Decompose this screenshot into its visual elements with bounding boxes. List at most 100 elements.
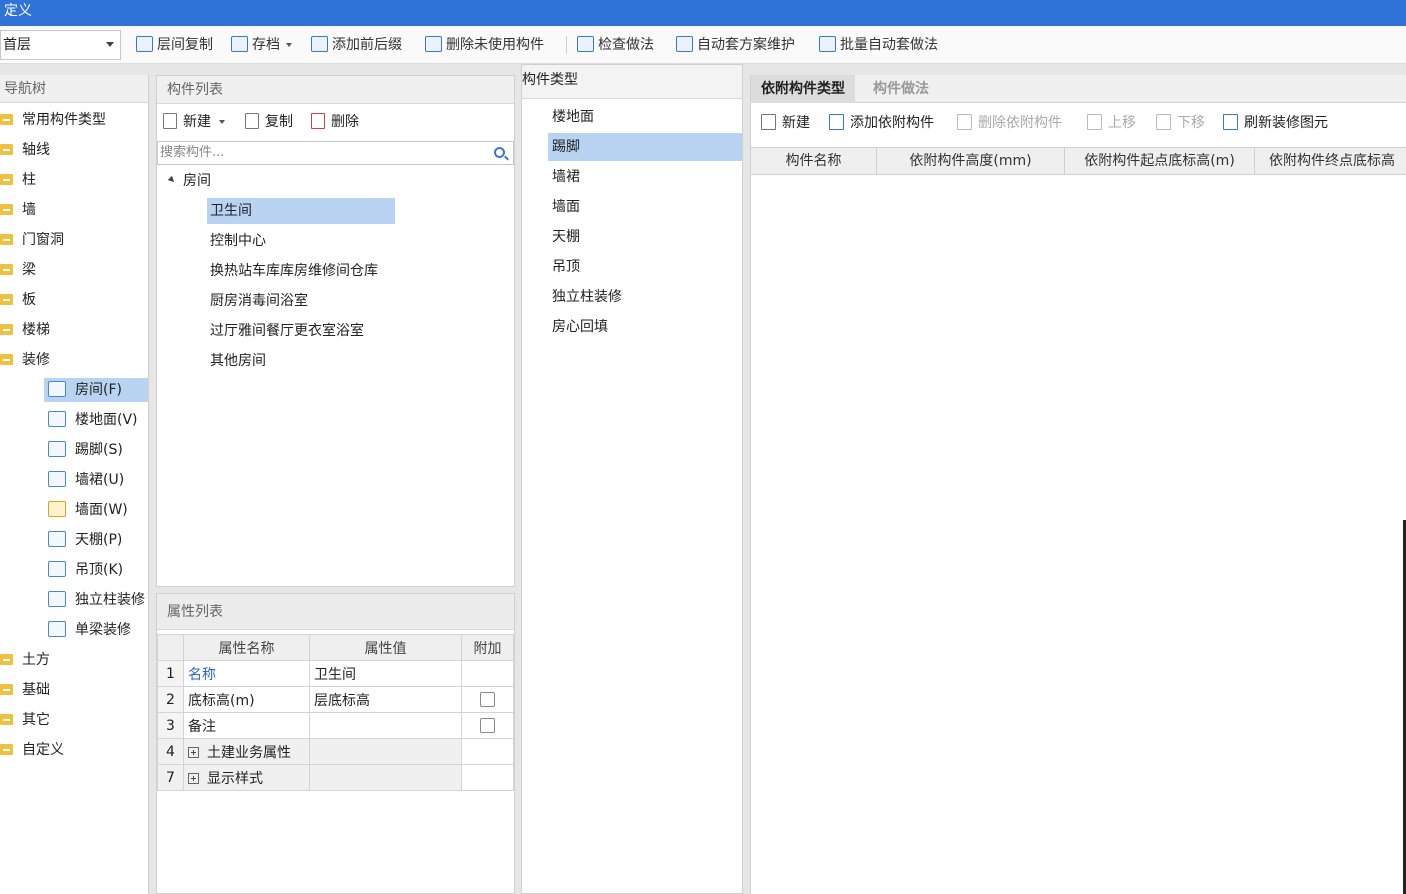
- col-height[interactable]: 依附构件高度(mm): [877, 148, 1065, 174]
- table-row[interactable]: 2 底标高(m) 层底标高: [157, 686, 514, 713]
- type-item[interactable]: 墙裙: [548, 163, 742, 191]
- nav-item-custom[interactable]: 自定义: [0, 738, 64, 762]
- tab-component-method[interactable]: 构件做法: [863, 75, 939, 103]
- delete-attached-button[interactable]: 删除依附构件: [957, 107, 1062, 139]
- copy-component-button[interactable]: 复制: [245, 106, 293, 138]
- folder-icon: [0, 174, 13, 185]
- nav-sub-skirting[interactable]: 踢脚(S): [48, 438, 123, 462]
- type-item[interactable]: 楼地面: [548, 103, 742, 131]
- tree-node-child[interactable]: 厨房消毒间浴室: [210, 288, 308, 314]
- refresh-finish-button[interactable]: 刷新装修图元: [1223, 107, 1328, 139]
- col-start-elevation[interactable]: 依附构件起点底标高(m): [1065, 148, 1255, 174]
- type-item[interactable]: 吊顶: [548, 253, 742, 281]
- nav-sub-ceiling[interactable]: 天棚(P): [48, 528, 122, 552]
- property-name: 显示样式: [183, 764, 310, 791]
- nav-sub-room[interactable]: 房间(F): [44, 378, 148, 402]
- delete-unused-button[interactable]: 删除未使用构件: [425, 34, 544, 56]
- auto-scheme-label: 自动套方案维护: [697, 37, 795, 53]
- tree-node-child[interactable]: 其他房间: [210, 348, 266, 374]
- nav-item-label: 柱: [22, 172, 36, 188]
- property-value[interactable]: 层底标高: [309, 686, 462, 713]
- type-item[interactable]: 独立柱装修: [548, 283, 742, 311]
- nav-item-finish[interactable]: 装修: [0, 348, 50, 372]
- nav-item-foundation[interactable]: 基础: [0, 678, 50, 702]
- check-method-button[interactable]: 检查做法: [577, 34, 654, 56]
- batch-auto-label: 批量自动套做法: [840, 37, 938, 53]
- add-attached-button[interactable]: 添加依附构件: [829, 107, 934, 139]
- nav-item-openings[interactable]: 门窗洞: [0, 228, 64, 252]
- new-attached-button[interactable]: 新建: [761, 107, 810, 139]
- tree-node-label: 控制中心: [210, 233, 266, 249]
- chevron-down-icon: [219, 120, 225, 124]
- tab-attached-type[interactable]: 依附构件类型: [751, 75, 855, 103]
- type-item[interactable]: 墙面: [548, 193, 742, 221]
- move-up-button[interactable]: 上移: [1087, 107, 1136, 139]
- tree-node-child[interactable]: 控制中心: [210, 228, 266, 254]
- expand-plus-icon[interactable]: [188, 746, 199, 758]
- folder-icon: [0, 264, 13, 275]
- copy-floor-button[interactable]: 层间复制: [136, 34, 213, 56]
- expand-plus-icon[interactable]: [188, 772, 199, 784]
- expand-triangle-icon: [167, 175, 177, 185]
- table-row[interactable]: 1 名称 卫生间: [157, 660, 514, 687]
- nav-item-label: 梁: [22, 262, 36, 278]
- property-value[interactable]: [309, 712, 462, 739]
- nav-item-label: 板: [22, 292, 36, 308]
- nav-item-earthwork[interactable]: 土方: [0, 648, 50, 672]
- chevron-down-icon: [106, 42, 114, 47]
- nav-item-stairs[interactable]: 楼梯: [0, 318, 50, 342]
- toolbar-label: 上移: [1108, 115, 1136, 131]
- copy-label: 复制: [265, 114, 293, 130]
- nav-item-axis[interactable]: 轴线: [0, 138, 50, 162]
- nav-item-label: 自定义: [22, 742, 64, 758]
- row-number: 4: [157, 738, 184, 765]
- nav-sub-floor-surface[interactable]: 楼地面(V): [48, 408, 138, 432]
- extra-checkbox[interactable]: [480, 691, 495, 707]
- type-item[interactable]: 房心回填: [548, 313, 742, 341]
- type-item[interactable]: 踢脚: [548, 133, 742, 161]
- col-end-elevation[interactable]: 依附构件终点底标高: [1255, 148, 1406, 174]
- table-row[interactable]: 7 显示样式: [157, 764, 514, 791]
- nav-item-other[interactable]: 其它: [0, 708, 50, 732]
- floor-select[interactable]: 首层: [0, 30, 121, 60]
- nav-sub-column-finish[interactable]: 独立柱装修: [48, 588, 145, 612]
- extra-checkbox[interactable]: [480, 717, 495, 733]
- type-item[interactable]: 天棚: [548, 223, 742, 251]
- auto-scheme-button[interactable]: 自动套方案维护: [676, 34, 795, 56]
- move-down-button[interactable]: 下移: [1156, 107, 1205, 139]
- col-component-name[interactable]: 构件名称: [751, 148, 877, 174]
- tree-node-child[interactable]: 换热站车库库房维修间仓库: [210, 258, 378, 284]
- nav-sub-wainscot[interactable]: 墙裙(U): [48, 468, 124, 492]
- floor-select-value: 首层: [3, 37, 31, 53]
- nav-sub-label: 天棚(P): [75, 532, 123, 548]
- add-affix-button[interactable]: 添加前后缀: [311, 34, 402, 56]
- archive-button[interactable]: 存档: [231, 34, 292, 56]
- batch-auto-button[interactable]: 批量自动套做法: [819, 34, 938, 56]
- property-name: 名称: [183, 660, 310, 687]
- delete-component-button[interactable]: 删除: [311, 106, 359, 138]
- window-title: 定义: [0, 0, 1406, 26]
- table-row[interactable]: 3 备注: [157, 712, 514, 739]
- nav-item-beam[interactable]: 梁: [0, 258, 36, 282]
- tree-node-child[interactable]: 过厅雅间餐厅更衣室浴室: [210, 318, 364, 344]
- nav-item-label: 楼梯: [22, 322, 50, 338]
- nav-item-wall[interactable]: 墙: [0, 198, 36, 222]
- table-row[interactable]: 4 土建业务属性: [157, 738, 514, 765]
- tree-node-room[interactable]: 房间: [167, 168, 211, 194]
- nav-item-column[interactable]: 柱: [0, 168, 36, 192]
- tree-node-label: 卫生间: [210, 203, 252, 219]
- search-placeholder: 搜索构件...: [160, 145, 225, 160]
- nav-sub-suspended-ceiling[interactable]: 吊顶(K): [48, 558, 123, 582]
- property-name: 底标高(m): [183, 686, 310, 713]
- new-component-button[interactable]: 新建: [163, 106, 225, 138]
- nav-sub-beam-finish[interactable]: 单梁装修: [48, 618, 131, 642]
- attached-grid-header: 构件名称 依附构件高度(mm) 依附构件起点底标高(m) 依附构件终点底标高: [751, 147, 1406, 175]
- nav-item-slab[interactable]: 板: [0, 288, 36, 312]
- property-value[interactable]: 卫生间: [309, 660, 462, 687]
- tree-node-child[interactable]: 卫生间: [207, 198, 395, 224]
- folder-open-icon: [0, 354, 13, 365]
- property-value: [309, 738, 462, 765]
- search-input[interactable]: 搜索构件...: [157, 141, 514, 165]
- nav-item-common[interactable]: 常用构件类型: [0, 108, 106, 132]
- nav-sub-wall-surface[interactable]: 墙面(W): [48, 498, 128, 522]
